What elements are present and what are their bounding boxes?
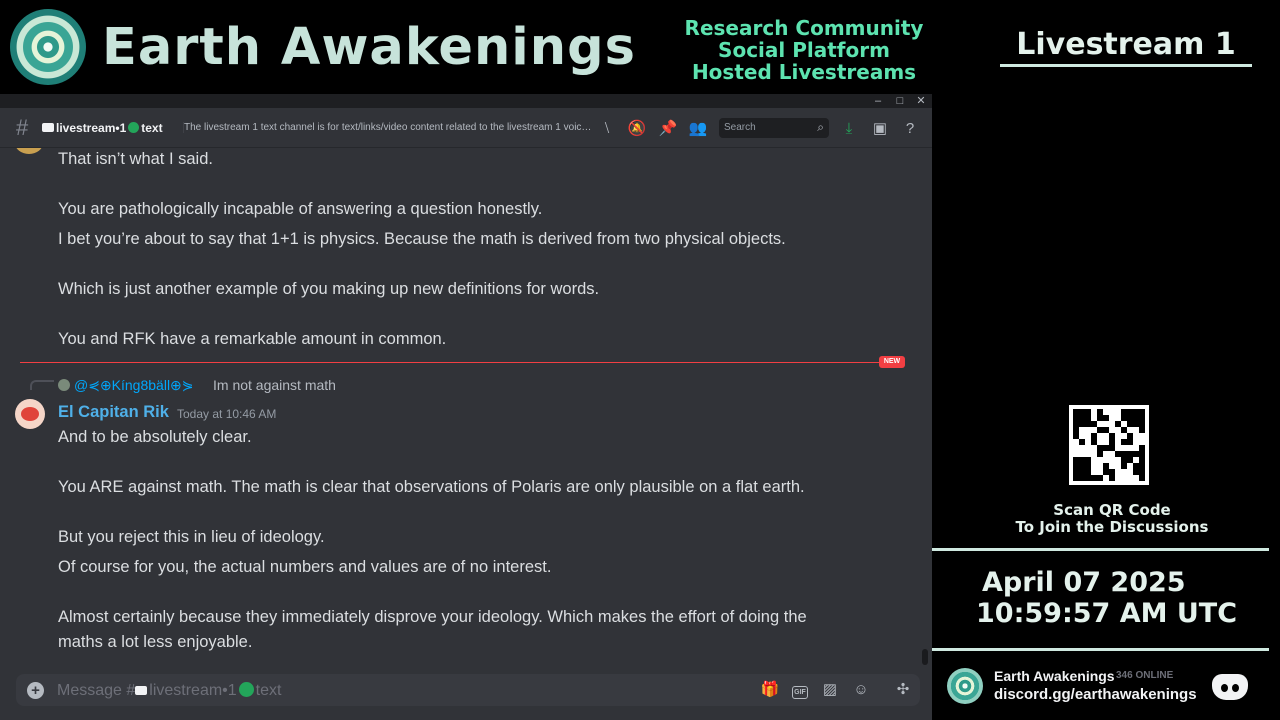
tagline-line-2: Social Platform (718, 38, 890, 62)
placeholder-channel: livestream•1 (149, 682, 237, 699)
speech-bubble-icon (42, 123, 54, 132)
channel-name-prefix: livestream•1 (56, 121, 127, 135)
tagline: Research Community Social Platform Hoste… (668, 17, 940, 83)
maximize-button[interactable]: □ (890, 94, 910, 108)
message-line: You ARE against math. The math is clear … (58, 478, 805, 496)
add-attachment-icon[interactable]: + (27, 682, 44, 699)
message-line: And to be absolutely clear. (58, 428, 252, 446)
stream-banner: Earth Awakenings Research Community Soci… (0, 0, 1280, 94)
member-list-icon[interactable]: 👥 (688, 119, 708, 139)
qr-caption: Scan QR Code To Join the Discussions (980, 502, 1244, 536)
green-circle-icon (128, 122, 140, 133)
message-author[interactable]: El Capitan Rik (58, 403, 169, 422)
gift-icon[interactable]: 🎁 (760, 680, 780, 700)
message-line: Of course for you, the actual numbers an… (58, 558, 552, 576)
earth-awakenings-logo (10, 9, 86, 85)
channel-topic[interactable]: The livestream 1 text channel is for tex… (183, 122, 593, 133)
threads-icon[interactable]: ⧵ (597, 119, 617, 139)
placeholder-suffix: text (255, 682, 282, 699)
qr-code (1069, 405, 1149, 485)
server-name: Earth Awakenings (994, 668, 1115, 684)
server-logo (947, 668, 983, 704)
close-window-button[interactable]: ✕ (911, 94, 931, 108)
online-count: 346 ONLINE (1116, 670, 1174, 681)
speech-bubble-icon (135, 686, 148, 695)
message-line: That isn’t what I said. (58, 150, 213, 168)
brand-title: Earth Awakenings (102, 18, 636, 77)
message-line: I bet you’re about to say that 1+1 is ph… (58, 230, 786, 248)
new-messages-divider (20, 362, 904, 363)
message-timestamp: Today at 10:46 AM (177, 407, 277, 421)
channel-name: livestream•1 text (42, 121, 163, 135)
message-line: Which is just another example of you mak… (58, 280, 600, 298)
qr-module (1139, 475, 1145, 481)
window-titlebar: – □ ✕ (0, 94, 932, 108)
sticker-icon[interactable]: ▨ (820, 680, 840, 700)
message-line: maths a lot less enjoyable. (58, 633, 253, 651)
minimize-button[interactable]: – (868, 94, 888, 108)
message-line: You and RFK have a remarkable amount in … (58, 330, 447, 348)
notification-bell-muted-icon[interactable]: 🔕 (627, 119, 647, 139)
message-input[interactable]: Message # livestream•1 text (57, 682, 281, 700)
discord-logo-icon (1212, 674, 1248, 700)
message-list[interactable]: That isn’t what I said. You are patholog… (0, 148, 932, 666)
download-icon[interactable]: ⤓ (839, 119, 859, 139)
message-line: Almost certainly because they immediatel… (58, 608, 807, 626)
green-circle-icon (238, 682, 254, 697)
channel-name-suffix: text (141, 121, 163, 135)
message-line: But you reject this in lieu of ideology. (58, 528, 325, 546)
divider-line (932, 548, 1269, 551)
stream-title: Livestream 1 (1000, 26, 1252, 67)
qr-caption-line-2: To Join the Discussions (1015, 518, 1209, 536)
search-input[interactable]: Search ⌕ (719, 118, 829, 138)
stream-time: 10:59:57 AM UTC (976, 598, 1238, 629)
hash-icon: # (16, 115, 29, 140)
search-icon: ⌕ (817, 120, 824, 134)
inbox-icon[interactable]: ▣ (870, 119, 890, 139)
discord-window: – □ ✕ # livestream•1 text The livestream … (0, 94, 932, 720)
pinned-messages-icon[interactable]: 📌 (658, 119, 678, 139)
tagline-line-1: Research Community (684, 16, 924, 40)
message-line: You are pathologically incapable of answ… (58, 200, 543, 218)
qr-caption-line-1: Scan QR Code (1053, 501, 1171, 519)
author-avatar[interactable] (15, 399, 45, 429)
gif-label: GIF (792, 686, 808, 699)
tagline-line-3: Hosted Livestreams (691, 60, 917, 84)
divider-line (932, 648, 1269, 651)
scrollbar-thumb[interactable] (922, 649, 928, 665)
apps-icon[interactable]: ✣ (893, 680, 913, 700)
gif-button[interactable]: GIF (790, 680, 810, 700)
qr-code-pattern (1073, 409, 1145, 481)
reply-connector (30, 380, 54, 390)
placeholder-prefix: Message # (57, 682, 136, 699)
previous-author-avatar[interactable] (15, 148, 43, 154)
reply-preview-text[interactable]: Im not against math (213, 377, 336, 393)
channel-header: # livestream•1 text The livestream 1 text… (0, 108, 932, 148)
reply-author-mention[interactable]: @⋞⊕Kíng8bäll⊕⋟ (74, 377, 194, 394)
new-messages-badge: NEW (879, 356, 905, 368)
search-placeholder: Search (724, 122, 756, 133)
emoji-icon[interactable]: ☺ (851, 680, 871, 700)
reply-author-avatar (58, 379, 70, 391)
help-icon[interactable]: ? (900, 119, 920, 139)
invite-link: discord.gg/earthawakenings (994, 686, 1197, 703)
message-composer[interactable]: + Message # livestream•1 text 🎁 GIF ▨ ☺ ✣ (16, 674, 920, 706)
stream-date: April 07 2025 (982, 567, 1186, 598)
